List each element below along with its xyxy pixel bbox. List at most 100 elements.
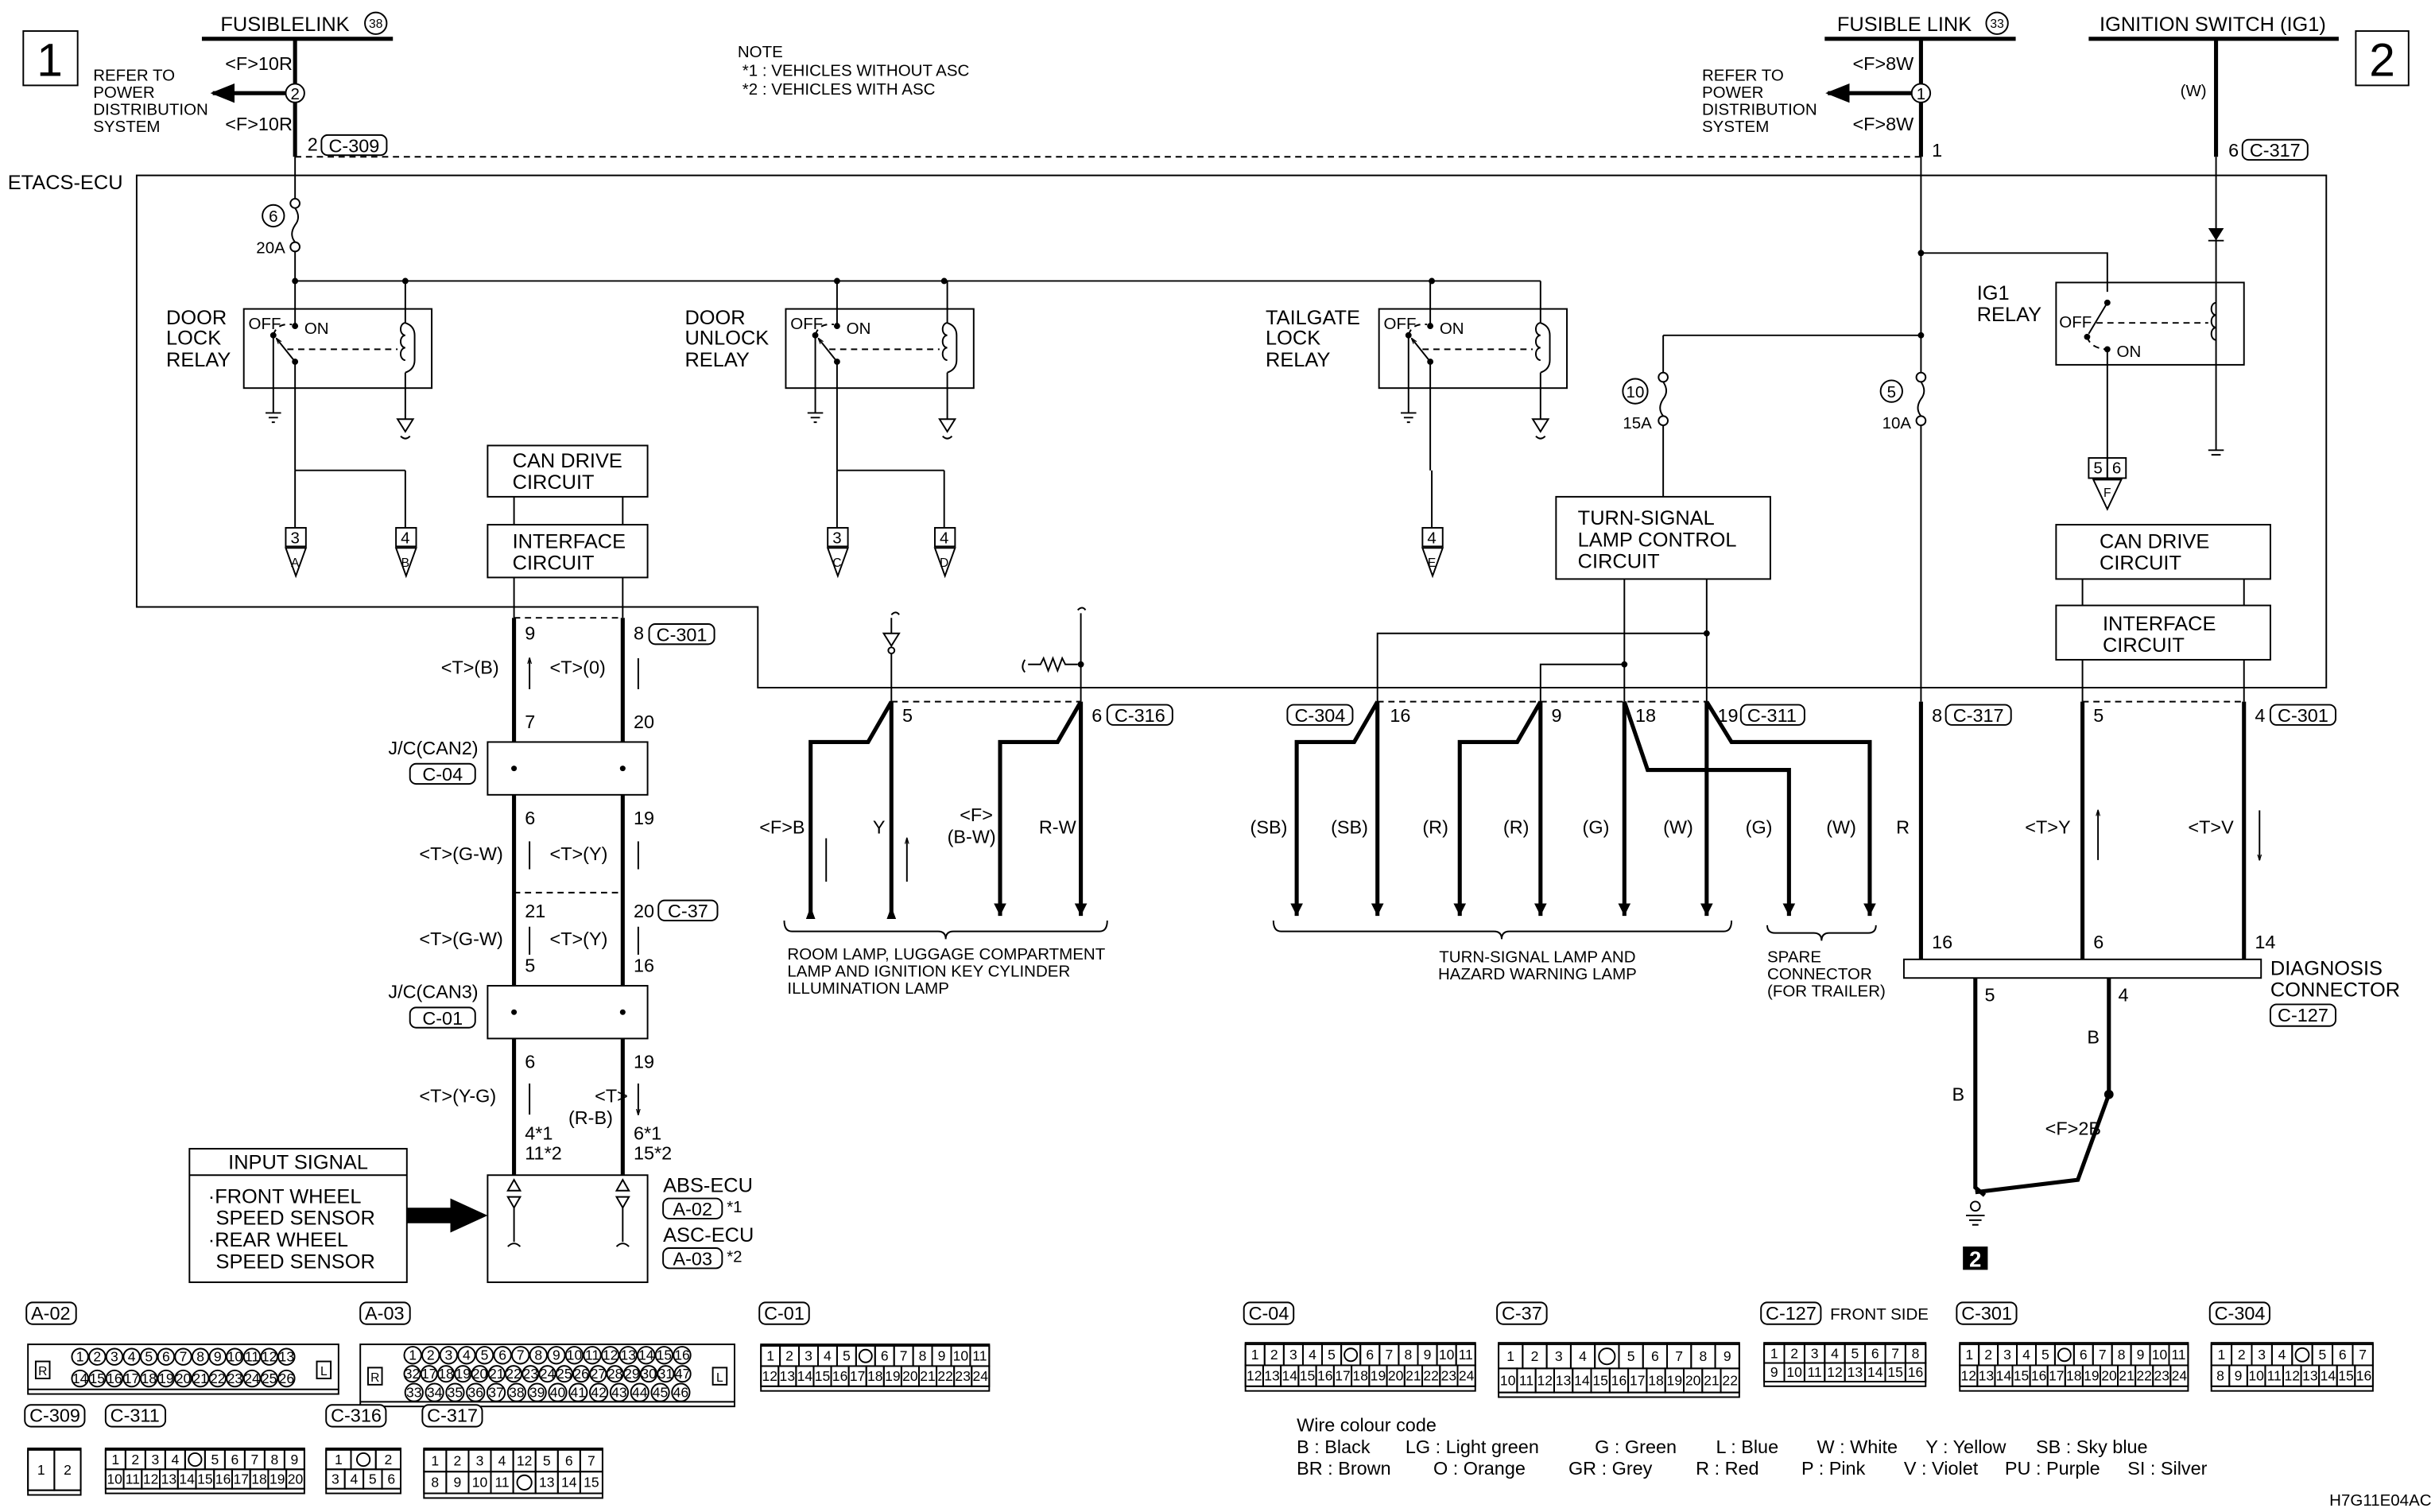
pin-number: 25: [262, 1370, 277, 1386]
svg-text:A-02: A-02: [31, 1303, 70, 1324]
pin-number: 5: [2041, 1347, 2049, 1363]
pin-number: 13: [1979, 1368, 1995, 1384]
pin-number: 14: [1996, 1368, 2012, 1384]
svg-text:FUSIBLE LINK: FUSIBLE LINK: [1837, 14, 1972, 36]
svg-text:*2: *2: [727, 1248, 742, 1266]
pin-number: 4: [2278, 1347, 2286, 1363]
relay-label: LOCK: [166, 328, 221, 350]
pin-number: 5: [843, 1348, 851, 1364]
svg-text:(W): (W): [2181, 82, 2207, 100]
svg-text:RELAY: RELAY: [1977, 304, 2041, 326]
svg-text:INTERFACE: INTERFACE: [513, 530, 626, 552]
wire-colour-entry: GR : Grey: [1568, 1458, 1653, 1479]
pin-number: 2: [384, 1452, 392, 1467]
wire-colour-entry: O : Orange: [1433, 1458, 1526, 1479]
pin-number: 23: [523, 1366, 539, 1382]
svg-text:R-W: R-W: [1039, 817, 1077, 838]
pin-number: 6: [1651, 1348, 1659, 1364]
svg-text:<F>10R: <F>10R: [225, 53, 293, 74]
svg-text:5: 5: [2093, 459, 2102, 478]
svg-text:C-01: C-01: [764, 1303, 805, 1324]
pin-number: 12: [262, 1349, 277, 1365]
connector-label: C-309: [24, 1404, 86, 1428]
signal-arrow-icon: [406, 1198, 488, 1233]
connector-label: C-127: [1760, 1301, 1822, 1325]
pin-number: 3: [805, 1348, 812, 1364]
svg-text:C: C: [832, 556, 841, 570]
etacs-ecu: ETACS-ECU: [8, 172, 2328, 689]
svg-text:C-311: C-311: [1747, 705, 1797, 726]
svg-text:<F>: <F>: [960, 804, 993, 825]
pin-number: 43: [611, 1384, 627, 1400]
svg-text:<T>(G-W): <T>(G-W): [419, 929, 502, 949]
pin-number: 11: [1807, 1364, 1821, 1380]
pin-number: 7: [900, 1348, 908, 1364]
svg-text:5: 5: [1887, 383, 1896, 401]
pin-number: 2: [454, 1452, 462, 1468]
pin-number: 9: [1723, 1348, 1731, 1364]
wire-colour-entry: P : Pink: [1801, 1458, 1866, 1479]
connector-label: C-311: [104, 1404, 167, 1428]
pin-number: 18: [2066, 1368, 2082, 1384]
svg-text:(R): (R): [1503, 817, 1530, 838]
pin-number: 12: [2285, 1368, 2301, 1384]
pin-number: 26: [279, 1370, 295, 1386]
svg-text:A-03: A-03: [365, 1303, 404, 1324]
pin-number: 18: [251, 1471, 267, 1487]
pin-number: 16: [1317, 1368, 1333, 1384]
pin-number: 9: [214, 1349, 222, 1365]
ig1-relay: IG1 RELAY OFF ON 5 6 F: [1919, 157, 2245, 511]
connector-label: A-02: [25, 1301, 77, 1325]
pin-number: 33: [406, 1384, 422, 1400]
svg-text:20: 20: [634, 901, 654, 921]
svg-text:11*2: 11*2: [525, 1143, 561, 1164]
pin-number: 18: [1352, 1368, 1368, 1384]
pin-number: 24: [244, 1370, 260, 1386]
svg-text:8: 8: [1932, 705, 1942, 726]
relay-label: RELAY: [166, 349, 231, 371]
pin-number: 19: [885, 1368, 901, 1384]
wire-colour-entry: SI : Silver: [2127, 1458, 2207, 1479]
svg-text:NOTE: NOTE: [738, 43, 783, 61]
pin-number: 20: [2101, 1368, 2117, 1384]
pin-number: 7: [2099, 1347, 2107, 1363]
pin-number: 7: [250, 1452, 258, 1467]
pin-number: 15: [1887, 1364, 1903, 1380]
diagnosis-power-feed: 5 10A 8 C-317 R 16: [1879, 157, 2012, 960]
fusible-link-33: FUSIBLE LINK 33 <F>8W 1 REFER TO POWER D…: [1702, 11, 2016, 161]
pin-number: 6: [231, 1452, 238, 1467]
pin-number: 15: [815, 1368, 831, 1384]
coil-icon: [400, 322, 406, 362]
svg-text:CIRCUIT: CIRCUIT: [2103, 634, 2185, 657]
svg-text:ETACS-ECU: ETACS-ECU: [8, 172, 123, 194]
svg-text:DIAGNOSIS: DIAGNOSIS: [2270, 957, 2383, 979]
pin-number: 1: [37, 1462, 45, 1478]
pin-number: 12: [1961, 1368, 1977, 1384]
pin-number: 14: [561, 1475, 577, 1491]
pin-number: 13: [279, 1349, 295, 1365]
pin-number: 11: [1459, 1347, 1473, 1363]
svg-text:<T>(Y): <T>(Y): [550, 929, 608, 949]
svg-text:INTERFACE: INTERFACE: [2103, 613, 2216, 635]
connector-a-03: A-03R L1 2 3 4 5 6 7 8 9 10 11 12 13 14 15 1632 17 18 19 20 2…: [359, 1301, 735, 1408]
pin-number: 24: [2172, 1368, 2188, 1384]
pin-number: 19: [2084, 1368, 2100, 1384]
pin-number: 15: [584, 1475, 599, 1491]
off-label: OFF: [1384, 315, 1417, 333]
pin-number: 3: [1555, 1348, 1563, 1364]
pin-number: 12: [1537, 1372, 1553, 1388]
pin-number: 14: [638, 1347, 654, 1363]
connector-c-127: C-127 FRONT SIDE1 2 3 4 5 6 7 89 10 11 12 13 14 15 16: [1760, 1301, 1929, 1387]
pin-number: 24: [973, 1368, 989, 1384]
svg-text:L: L: [320, 1365, 328, 1378]
pin-number: 7: [1675, 1348, 1683, 1364]
svg-text:FRONT SIDE: FRONT SIDE: [1830, 1305, 1929, 1324]
svg-text:F: F: [2103, 487, 2111, 500]
pin-number: 15: [90, 1370, 106, 1386]
svg-text:J/C(CAN3): J/C(CAN3): [388, 982, 478, 1002]
pin-number: 10: [953, 1348, 969, 1364]
pin-number: 12: [603, 1347, 618, 1363]
diode-icon: [2208, 228, 2224, 241]
svg-text:C-127: C-127: [2278, 1005, 2328, 1025]
connector-label: C-304: [2208, 1301, 2270, 1325]
